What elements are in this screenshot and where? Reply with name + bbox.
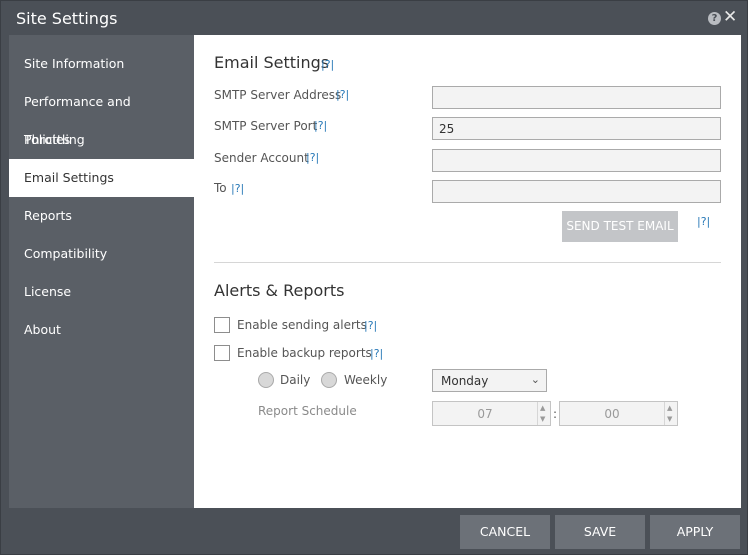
save-button[interactable]: SAVE (555, 515, 645, 549)
daily-radio[interactable] (258, 372, 274, 388)
enable-sending-alerts-label[interactable]: Enable sending alerts (237, 318, 367, 332)
settings-panel: Email Settings |?| SMTP Server Address |… (194, 35, 741, 508)
smtp-server-address-input[interactable] (432, 86, 721, 109)
hour-value: 07 (477, 407, 493, 421)
chevron-down-icon: ⌄ (530, 373, 540, 386)
to-help-link[interactable]: |?| (231, 182, 244, 195)
sidebar-item-compatibility[interactable]: Compatibility (9, 235, 194, 273)
sidebar-item-policies[interactable]: Policies (9, 121, 194, 159)
hour-stepper[interactable]: 07 ▲ ▼ (432, 401, 551, 426)
weekly-label[interactable]: Weekly (344, 373, 387, 387)
weekly-radio[interactable] (321, 372, 337, 388)
minute-stepper-arrows: ▲ ▼ (664, 402, 677, 425)
report-schedule-label: Report Schedule (258, 404, 357, 418)
sidebar-item-site-information[interactable]: Site Information (9, 45, 194, 83)
daily-label[interactable]: Daily (280, 373, 310, 387)
weekday-select-value: Monday (441, 374, 489, 388)
email-settings-title: Email Settings (214, 53, 330, 72)
dialog-title: Site Settings (16, 9, 118, 28)
smtp-server-port-input[interactable]: 25 (432, 117, 721, 140)
enable-sending-alerts-checkbox[interactable] (214, 317, 230, 333)
help-icon[interactable]: ? (708, 12, 721, 25)
increment-icon[interactable]: ▲ (667, 404, 672, 412)
minute-stepper[interactable]: 00 ▲ ▼ (559, 401, 678, 426)
decrement-icon[interactable]: ▼ (540, 415, 545, 423)
cancel-button[interactable]: CANCEL (460, 515, 550, 549)
sidebar-item-license[interactable]: License (9, 273, 194, 311)
alerts-reports-title: Alerts & Reports (214, 281, 345, 300)
sidebar-item-reports[interactable]: Reports (9, 197, 194, 235)
sidebar-item-performance-and-throttling[interactable]: Performance and Throttling (9, 83, 194, 147)
sidebar: Site Information Performance and Throttl… (9, 35, 194, 508)
send-test-email-button[interactable]: SEND TEST EMAIL (562, 211, 678, 242)
close-icon[interactable]: ✕ (723, 7, 737, 27)
enable-backup-reports-label[interactable]: Enable backup reports (237, 346, 372, 360)
sender-account-help-link[interactable]: |?| (306, 151, 319, 164)
site-settings-dialog: Site Settings ? ✕ Site Information Perfo… (0, 0, 748, 555)
smtp-server-address-label: SMTP Server Address (214, 88, 342, 102)
to-input[interactable] (432, 180, 721, 203)
to-label: To (214, 181, 227, 195)
minute-value: 00 (604, 407, 620, 421)
enable-backup-reports-help-link[interactable]: |?| (370, 347, 383, 360)
smtp-server-port-help-link[interactable]: |?| (314, 119, 327, 132)
hour-stepper-arrows: ▲ ▼ (537, 402, 550, 425)
increment-icon[interactable]: ▲ (540, 404, 545, 412)
sender-account-label: Sender Account (214, 151, 309, 165)
smtp-server-port-label: SMTP Server Port (214, 119, 318, 133)
decrement-icon[interactable]: ▼ (667, 415, 672, 423)
weekday-select[interactable]: Monday ⌄ (432, 369, 547, 392)
smtp-server-address-help-link[interactable]: |?| (336, 88, 349, 101)
send-test-email-help-link[interactable]: |?| (697, 215, 710, 228)
sidebar-item-email-settings[interactable]: Email Settings (9, 159, 194, 197)
enable-sending-alerts-help-link[interactable]: |?| (364, 319, 377, 332)
apply-button[interactable]: APPLY (650, 515, 740, 549)
sender-account-input[interactable] (432, 149, 721, 172)
sidebar-item-about[interactable]: About (9, 311, 194, 349)
section-divider (214, 262, 721, 263)
enable-backup-reports-checkbox[interactable] (214, 345, 230, 361)
time-separator: : (553, 407, 558, 421)
title-bar: Site Settings ? ✕ (1, 1, 747, 35)
email-settings-help-link[interactable]: |?| (321, 58, 334, 71)
